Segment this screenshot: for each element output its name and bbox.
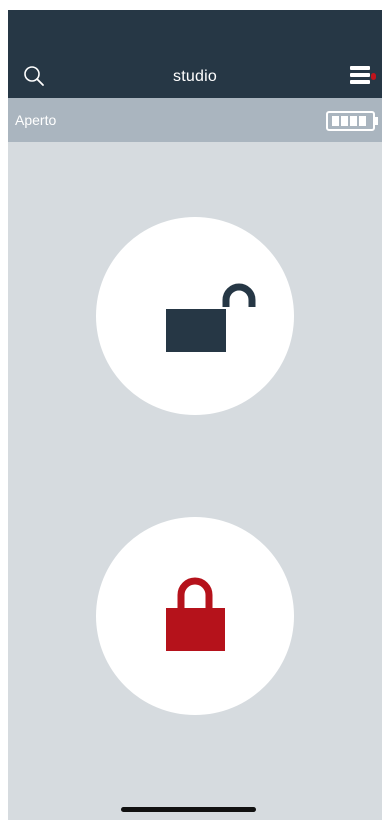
menu-line (350, 73, 370, 77)
lock-button[interactable] (96, 517, 294, 715)
unlock-icon (166, 283, 256, 352)
menu-button[interactable] (350, 66, 376, 86)
status-bar: Aperto (8, 98, 382, 142)
top-bar: studio (8, 10, 382, 98)
notification-dot (371, 73, 376, 80)
lock-status-label: Aperto (15, 112, 57, 128)
app-screen: studio Aperto (8, 10, 382, 820)
phone-frame: studio Aperto (0, 0, 382, 820)
lock-icon (166, 577, 225, 651)
page-title: studio (173, 68, 217, 85)
battery-indicator (326, 111, 380, 131)
unlock-button[interactable] (96, 217, 294, 415)
menu-line (350, 80, 370, 84)
home-indicator[interactable] (121, 807, 256, 812)
menu-line (350, 66, 370, 70)
battery-full-icon (326, 111, 378, 131)
